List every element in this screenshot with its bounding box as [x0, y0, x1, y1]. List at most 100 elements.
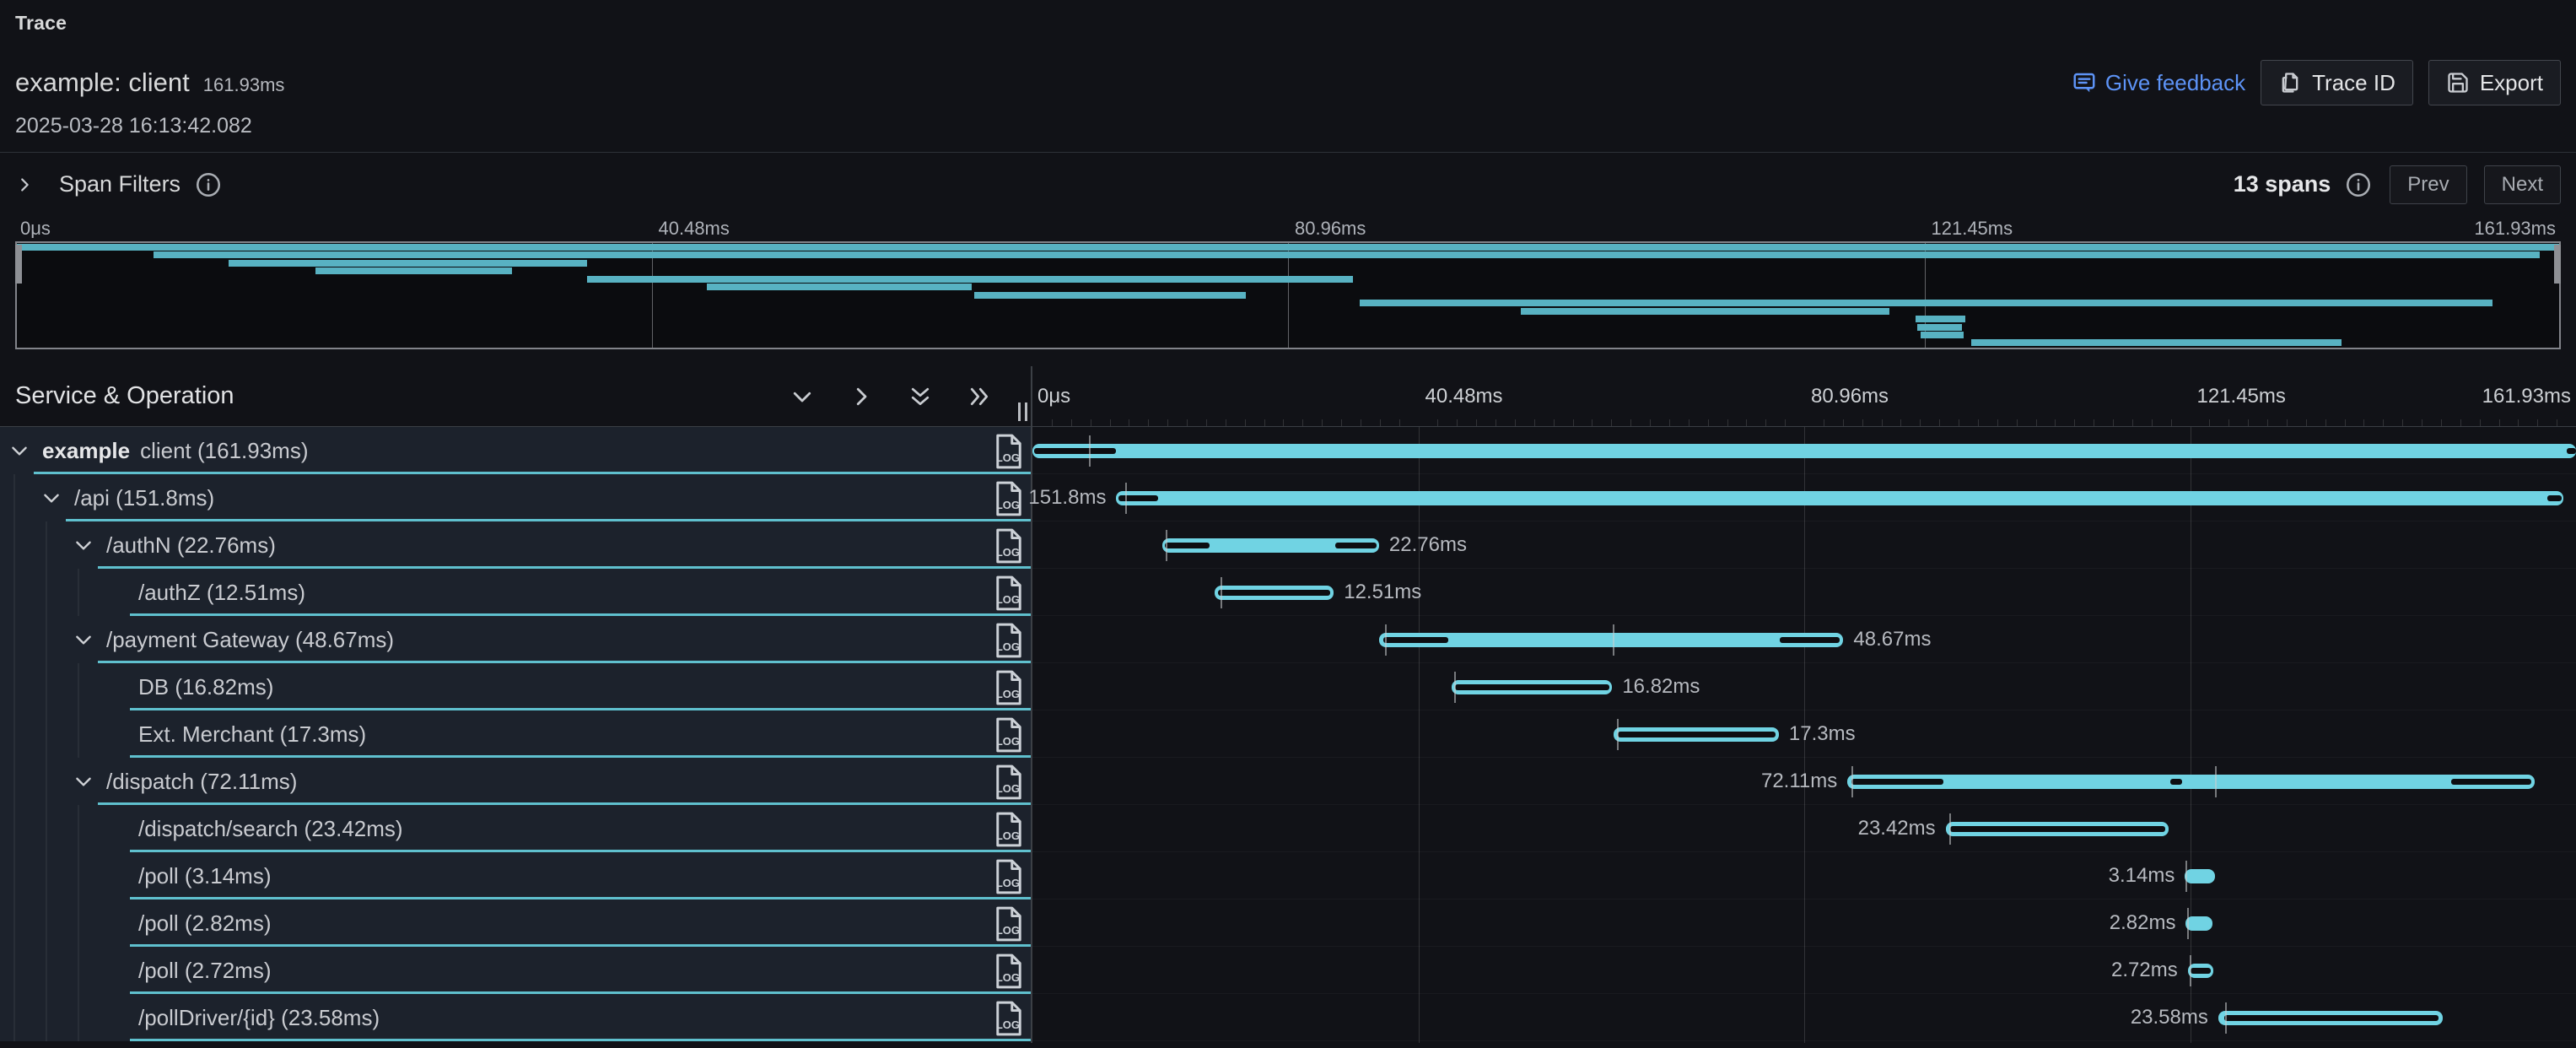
gantt-panel: 0μs40.48ms80.96ms121.45ms161.93ms 151.8m… [1032, 366, 2576, 1043]
trace-id-button[interactable]: Trace ID [2261, 60, 2413, 105]
trace-timestamp: 2025-03-28 16:13:42.082 [15, 114, 2561, 138]
minimap-right-handle[interactable] [2554, 245, 2561, 284]
log-document-icon[interactable]: LOG [994, 670, 1024, 705]
minimap-left-handle[interactable] [15, 245, 22, 284]
service-operation-title: Service & Operation [15, 382, 790, 410]
span-log-marker[interactable] [1385, 624, 1387, 656]
ruler-minor-tick [1554, 419, 1555, 426]
collapse-span-icon[interactable] [8, 440, 42, 462]
indent-guide [13, 899, 15, 947]
span-log-marker[interactable] [2190, 955, 2191, 986]
span-row-label[interactable]: /poll (3.14ms)LOG [0, 852, 1031, 899]
prev-span-button[interactable]: Prev [2390, 165, 2466, 204]
log-document-icon[interactable]: LOG [994, 812, 1024, 847]
ruler-minor-tick [2228, 419, 2229, 426]
info-circle-icon[interactable] [194, 170, 223, 199]
indent-guide [78, 994, 79, 1041]
span-log-marker[interactable] [1221, 577, 1222, 608]
span-log-marker[interactable] [1125, 483, 1127, 514]
span-duration-bar[interactable] [1116, 491, 2563, 505]
span-row-label[interactable]: /poll (2.82ms)LOG [0, 899, 1031, 947]
collapse-span-icon[interactable] [40, 487, 74, 509]
next-span-button[interactable]: Next [2484, 165, 2561, 204]
span-log-marker[interactable] [1617, 719, 1619, 750]
export-button[interactable]: Export [2428, 60, 2561, 105]
log-document-icon[interactable]: LOG [994, 764, 1024, 800]
span-operation-name: /payment Gateway (48.67ms) [106, 627, 394, 653]
column-resize-grip[interactable] [1018, 402, 1027, 421]
ruler-minor-tick [1380, 419, 1381, 426]
span-log-marker[interactable] [1089, 435, 1091, 467]
span-row-label[interactable]: Ext. Merchant (17.3ms)LOG [0, 710, 1031, 758]
span-row-label[interactable]: /payment Gateway (48.67ms) LOG [0, 616, 1031, 663]
log-document-icon[interactable]: LOG [994, 1001, 1024, 1036]
ruler-minor-tick [2152, 419, 2153, 426]
span-duration-bar[interactable] [1379, 633, 1843, 647]
minimap-viewport[interactable] [15, 241, 2561, 349]
span-log-marker[interactable] [2187, 908, 2189, 939]
indent-guide [46, 947, 47, 994]
ruler-minor-tick [2518, 419, 2519, 426]
span-duration-bar[interactable] [2185, 916, 2212, 931]
log-document-icon[interactable]: LOG [994, 906, 1024, 942]
span-log-marker[interactable] [1851, 766, 1853, 797]
give-feedback-link[interactable]: Give feedback [2072, 70, 2245, 96]
timeline-tick-label: 0μs [20, 218, 51, 240]
ruler-minor-tick [1785, 419, 1786, 426]
critical-path-segment [1034, 448, 1116, 454]
double-chevron-right-icon[interactable] [967, 384, 992, 409]
span-row-label[interactable]: /authZ (12.51ms)LOG [0, 569, 1031, 616]
ruler-minor-tick [1283, 419, 1284, 426]
span-log-marker[interactable] [1613, 624, 1614, 656]
log-document-icon[interactable]: LOG [994, 953, 1024, 989]
log-document-icon[interactable]: LOG [994, 434, 1024, 469]
span-row-label[interactable]: /pollDriver/{id} (23.58ms)LOG [0, 994, 1031, 1041]
collapse-span-icon[interactable] [73, 770, 106, 792]
span-row-label[interactable]: /poll (2.72ms)LOG [0, 947, 1031, 994]
ruler-minor-tick [1399, 419, 1400, 426]
span-filters-toggle[interactable]: Span Filters [15, 170, 223, 199]
collapse-span-icon[interactable] [73, 629, 106, 651]
log-document-icon[interactable]: LOG [994, 859, 1024, 894]
log-document-icon[interactable]: LOG [994, 528, 1024, 564]
chevron-right-icon[interactable] [849, 384, 874, 409]
svg-text:LOG: LOG [996, 1018, 1020, 1031]
double-chevron-down-icon[interactable] [908, 384, 933, 409]
span-log-marker[interactable] [1454, 672, 1456, 703]
span-log-marker[interactable] [1166, 530, 1167, 561]
span-row-label[interactable]: /authN (22.76ms)LOG [0, 521, 1031, 569]
log-document-icon[interactable]: LOG [994, 481, 1024, 516]
page-title: Trace [15, 12, 2561, 35]
chevron-down-icon[interactable] [790, 384, 815, 409]
svg-text:LOG: LOG [996, 593, 1020, 606]
span-row-label[interactable]: /api (151.8ms)LOG [0, 474, 1031, 521]
log-document-icon[interactable]: LOG [994, 575, 1024, 611]
span-log-marker[interactable] [1949, 813, 1951, 845]
span-operation-name: /dispatch/search (23.42ms) [138, 816, 403, 842]
collapse-span-icon[interactable] [73, 534, 106, 556]
span-duration-label: 12.51ms [1344, 581, 1421, 604]
span-log-marker[interactable] [2185, 861, 2187, 892]
timeline-tick-label: 80.96ms [1295, 218, 1366, 240]
span-log-marker[interactable] [2215, 766, 2217, 797]
indent-guide [13, 521, 15, 569]
span-duration-bar[interactable] [1032, 444, 2576, 458]
info-circle-icon[interactable] [2344, 170, 2373, 199]
trace-title: example: client 161.93ms [15, 68, 284, 98]
critical-path-segment [2547, 495, 2562, 501]
span-row-label[interactable]: /dispatch (72.11ms)LOG [0, 758, 1031, 805]
indent-guide [46, 521, 47, 569]
span-duration-bar[interactable] [2185, 869, 2214, 883]
trace-timeline: Service & Operation exampleclient (161.9… [0, 366, 2576, 1043]
minimap[interactable] [15, 241, 2561, 349]
ruler-minor-tick [1611, 419, 1612, 426]
span-log-marker[interactable] [2225, 1002, 2227, 1034]
span-row-label[interactable]: exampleclient (161.93ms)LOG [0, 427, 1031, 474]
ruler-minor-tick [1900, 419, 1901, 426]
log-document-icon[interactable]: LOG [994, 717, 1024, 753]
span-duration-label: 72.11ms [1761, 770, 1837, 793]
span-row-label[interactable]: DB (16.82ms)LOG [0, 663, 1031, 710]
log-document-icon[interactable]: LOG [994, 623, 1024, 658]
span-duration-bar[interactable] [1847, 775, 2535, 789]
span-row-label[interactable]: /dispatch/search (23.42ms) LOG [0, 805, 1031, 852]
